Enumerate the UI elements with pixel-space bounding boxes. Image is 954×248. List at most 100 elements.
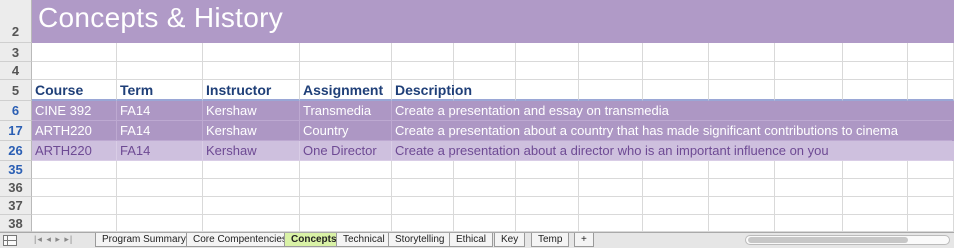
cell[interactable] [516,43,579,62]
cell[interactable] [32,179,117,197]
row-number[interactable]: 3 [0,43,32,62]
cell[interactable] [454,62,516,80]
cell[interactable] [203,62,300,80]
cell-term[interactable]: FA14 [117,141,203,161]
cell-instructor[interactable]: Kershaw [203,101,300,121]
cell[interactable] [300,161,392,179]
cell-description[interactable]: Create a presentation and essay on trans… [392,101,952,121]
horizontal-scrollbar[interactable] [745,235,950,245]
row-number[interactable]: 38 [0,215,32,232]
cell[interactable] [908,43,954,62]
cell[interactable] [579,161,643,179]
cell-term[interactable]: FA14 [117,101,203,121]
row-number[interactable]: 6 [0,101,32,121]
cell[interactable] [579,197,643,215]
cell[interactable] [843,43,908,62]
header-course[interactable]: Course [32,80,117,101]
cell[interactable] [516,215,579,232]
cell-assignment[interactable]: Transmedia [300,101,392,121]
cell[interactable] [117,161,203,179]
cell[interactable] [516,197,579,215]
cell-instructor[interactable]: Kershaw [203,121,300,141]
cell[interactable] [392,179,454,197]
cell-term[interactable]: FA14 [117,121,203,141]
cell[interactable] [117,215,203,232]
cell[interactable] [843,179,908,197]
row-number[interactable]: 37 [0,197,32,215]
spreadsheet-grid[interactable]: 2 Concepts & History 3 4 5 Course Term I… [0,0,954,232]
cell[interactable] [643,197,709,215]
cell[interactable] [203,197,300,215]
cell[interactable] [516,179,579,197]
cell[interactable] [300,62,392,80]
normal-view-icon[interactable] [3,235,17,246]
cell[interactable] [203,43,300,62]
row-number[interactable]: 2 [0,0,32,43]
cell[interactable] [908,179,954,197]
cell[interactable] [117,43,203,62]
tab-temp[interactable]: Temp [531,233,570,247]
cell[interactable] [643,62,709,80]
cell[interactable] [454,80,516,101]
cell-assignment[interactable]: Country [300,121,392,141]
row-number[interactable]: 35 [0,161,32,179]
cell[interactable] [775,62,843,80]
cell[interactable] [300,197,392,215]
cell[interactable] [775,179,843,197]
cell[interactable] [709,80,775,101]
cell[interactable] [117,62,203,80]
cell[interactable] [709,62,775,80]
cell[interactable] [454,161,516,179]
cell[interactable] [709,179,775,197]
cell[interactable] [643,80,709,101]
tab-key[interactable]: Key [494,233,526,247]
cell[interactable] [392,215,454,232]
header-term[interactable]: Term [117,80,203,101]
cell[interactable] [32,197,117,215]
cell[interactable] [392,43,454,62]
cell[interactable] [908,80,954,101]
cell[interactable] [516,161,579,179]
tab-ethical[interactable]: Ethical [449,233,494,247]
cell[interactable] [32,215,117,232]
row-number[interactable]: 36 [0,179,32,197]
row-number[interactable]: 17 [0,121,32,141]
cell-instructor[interactable]: Kershaw [203,141,300,161]
row-number[interactable]: 5 [0,80,32,101]
cell[interactable] [775,43,843,62]
cell[interactable] [579,80,643,101]
cell[interactable] [516,80,579,101]
header-description[interactable]: Description [392,80,472,101]
cell[interactable] [392,62,454,80]
cell[interactable] [516,62,579,80]
cell-assignment[interactable]: One Director [300,141,392,161]
row-number[interactable]: 4 [0,62,32,80]
cell[interactable] [775,161,843,179]
cell[interactable] [117,179,203,197]
cell[interactable] [643,43,709,62]
cell[interactable] [579,215,643,232]
cell[interactable] [843,62,908,80]
cell[interactable] [454,215,516,232]
sheet-nav-arrows[interactable]: |◂ ◂ ▸ ▸| [34,234,73,245]
cell[interactable] [300,215,392,232]
tab-technical[interactable]: Technical [336,233,392,247]
cell[interactable] [454,43,516,62]
tab-program-summary[interactable]: Program Summary [95,233,193,247]
cell[interactable] [843,161,908,179]
cell[interactable] [908,197,954,215]
cell-course[interactable]: CINE 392 [32,101,117,121]
tab-core-compentencies[interactable]: Core Compentencies [186,233,294,247]
cell-course[interactable]: ARTH220 [32,141,117,161]
cell[interactable] [300,179,392,197]
cell[interactable] [908,215,954,232]
cell[interactable] [32,161,117,179]
cell[interactable] [300,43,392,62]
cell[interactable] [709,215,775,232]
cell[interactable] [32,62,117,80]
cell[interactable] [775,197,843,215]
cell[interactable] [203,215,300,232]
cell[interactable] [709,161,775,179]
cell[interactable] [643,215,709,232]
cell[interactable] [32,43,117,62]
